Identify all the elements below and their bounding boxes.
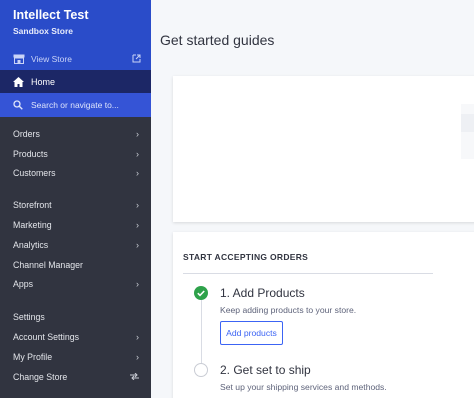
sidebar-item-analytics[interactable]: Analytics ›	[0, 235, 151, 255]
store-subtitle: Sandbox Store	[13, 26, 73, 36]
divider	[183, 273, 433, 274]
view-store-link[interactable]: View Store	[0, 48, 151, 70]
nav-label: Settings	[13, 312, 45, 323]
chevron-right-icon: ›	[136, 200, 139, 211]
nav-label: Orders	[13, 128, 40, 139]
nav-label: My Profile	[13, 351, 53, 362]
chevron-right-icon: ›	[136, 168, 139, 179]
pending-circle-icon	[194, 363, 208, 377]
page-title: Get started guides	[160, 32, 275, 48]
swap-icon	[130, 373, 139, 381]
nav-label: Marketing	[13, 220, 52, 231]
search-input[interactable]: Search or navigate to...	[0, 93, 151, 117]
sidebar-item-customers[interactable]: Customers ›	[0, 164, 151, 184]
sidebar-item-settings[interactable]: Settings	[0, 307, 151, 327]
guide-card-orders: START ACCEPTING ORDERS 1. Add Products K…	[173, 232, 474, 398]
sidebar-item-products[interactable]: Products ›	[0, 144, 151, 164]
nav-label: Change Store	[13, 371, 68, 382]
external-link-icon	[132, 54, 141, 63]
step-1-title: 1. Add Products	[220, 286, 305, 300]
nav-group-settings: Settings Account Settings › My Profile › C…	[0, 294, 151, 386]
guide-card-top	[173, 76, 474, 222]
chevron-right-icon: ›	[136, 279, 139, 290]
nav-label: Account Settings	[13, 332, 80, 343]
nav-label: Products	[13, 148, 48, 159]
storefront-icon	[13, 54, 25, 64]
sidebar: Intellect Test Sandbox Store View Store …	[0, 0, 151, 398]
sidebar-item-apps[interactable]: Apps ›	[0, 275, 151, 295]
step-2-description: Set up your shipping services and method…	[220, 382, 387, 392]
nav-label: Analytics	[13, 239, 49, 250]
sidebar-header: Intellect Test Sandbox Store View Store …	[0, 0, 151, 117]
home-label: Home	[31, 76, 56, 87]
search-icon	[13, 100, 23, 110]
home-icon	[13, 76, 24, 87]
chevron-right-icon: ›	[136, 148, 139, 159]
nav-group-commerce: Orders › Products › Customers ›	[0, 117, 151, 183]
sidebar-item-marketing[interactable]: Marketing ›	[0, 215, 151, 235]
nav-label: Channel Manager	[13, 259, 83, 270]
nav-label: Storefront	[13, 200, 52, 211]
sidebar-item-channel-manager[interactable]: Channel Manager	[0, 255, 151, 275]
sidebar-item-home[interactable]: Home	[0, 70, 151, 93]
step-connector	[201, 299, 202, 369]
step-2-title: 2. Get set to ship	[220, 363, 311, 377]
add-products-button[interactable]: Add products	[220, 321, 283, 345]
chevron-right-icon: ›	[136, 128, 139, 139]
section-title: START ACCEPTING ORDERS	[183, 252, 309, 262]
sidebar-item-orders[interactable]: Orders ›	[0, 124, 151, 144]
chevron-right-icon: ›	[136, 239, 139, 250]
main-content: Get started guides START ACCEPTING ORDER…	[151, 0, 474, 398]
nav-group-channels: Storefront › Marketing › Analytics › Channe…	[0, 183, 151, 294]
step-1-description: Keep adding products to your store.	[220, 305, 357, 315]
sidebar-item-change-store[interactable]: Change Store	[0, 367, 151, 387]
nav-label: Customers	[13, 168, 56, 179]
store-name: Intellect Test	[13, 8, 89, 22]
nav-label: Apps	[13, 279, 34, 290]
card-decoration	[461, 114, 474, 132]
sidebar-item-account-settings[interactable]: Account Settings ›	[0, 327, 151, 347]
store-header: Intellect Test Sandbox Store	[0, 0, 151, 48]
search-placeholder: Search or navigate to...	[31, 100, 119, 110]
sidebar-item-storefront[interactable]: Storefront ›	[0, 195, 151, 215]
chevron-right-icon: ›	[136, 351, 139, 362]
check-circle-icon	[194, 286, 208, 300]
view-store-label: View Store	[31, 54, 72, 64]
sidebar-item-my-profile[interactable]: My Profile ›	[0, 347, 151, 367]
chevron-right-icon: ›	[136, 220, 139, 231]
chevron-right-icon: ›	[136, 332, 139, 343]
